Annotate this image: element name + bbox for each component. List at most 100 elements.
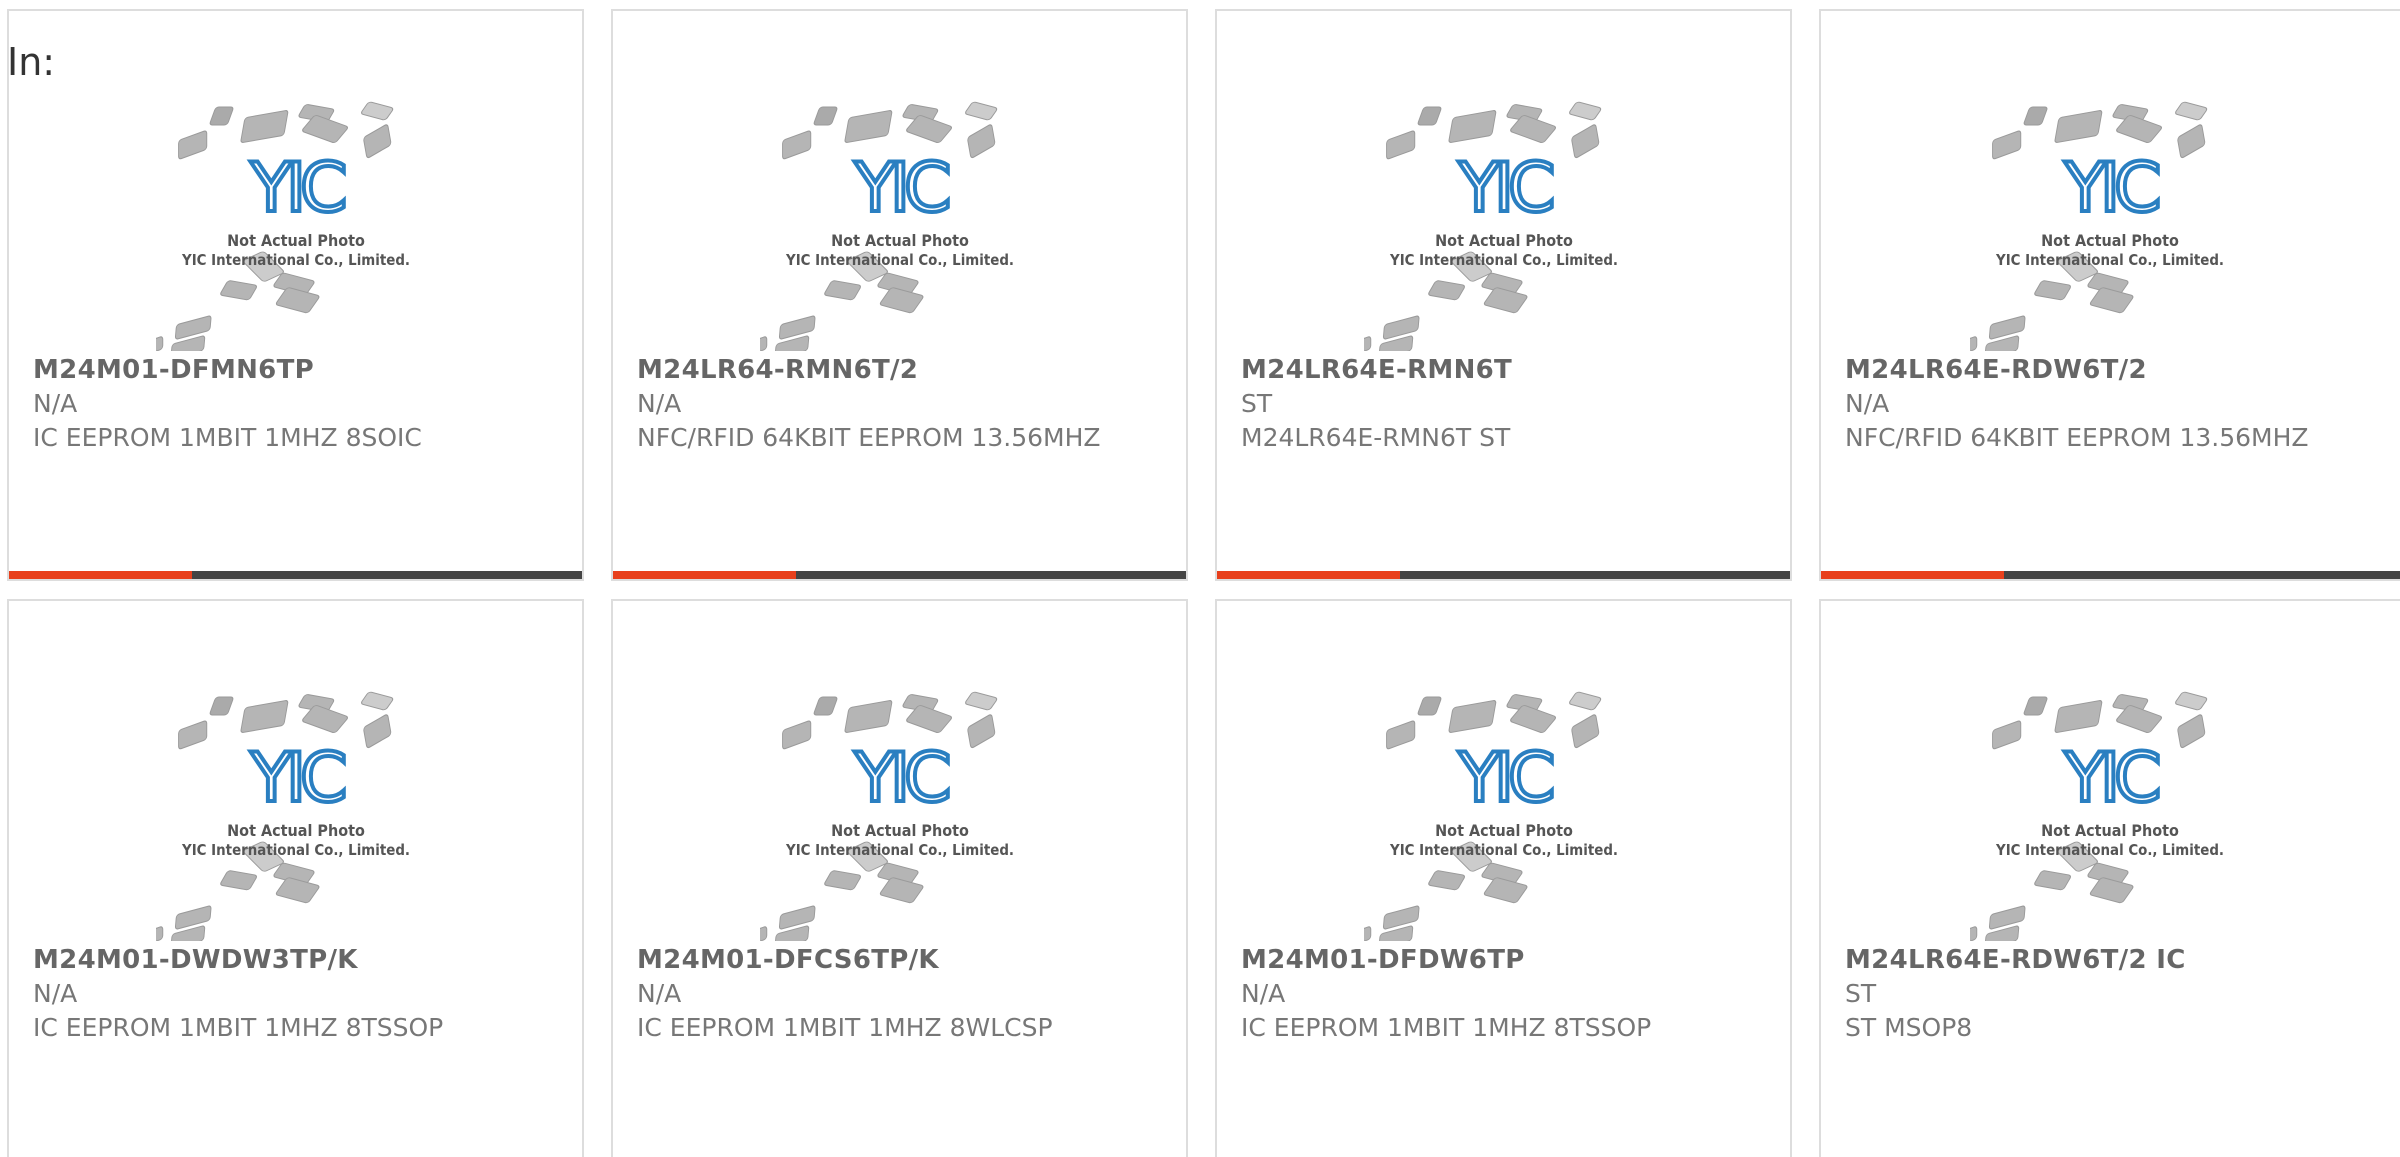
product-card[interactable]: YIC Not Actual Photo YIC International Co.…	[611, 9, 1188, 581]
chip-icon	[844, 700, 892, 733]
chip-icon	[1448, 700, 1496, 733]
part-number[interactable]: M24LR64E-RDW6T/2 IC	[1845, 943, 2380, 977]
chip-icon	[275, 877, 319, 904]
chip-icon	[966, 714, 995, 749]
placeholder-photo: YIC Not Actual PhotoYIC International Co.…	[155, 691, 410, 941]
chip-icon	[1570, 714, 1599, 749]
in-prefix-label: In:	[7, 40, 56, 84]
chip-icon	[1988, 905, 2025, 930]
chip-icon	[2023, 696, 2047, 716]
chip-icon	[778, 315, 815, 340]
product-card[interactable]: YIC Not Actual Photo YIC International Co.…	[7, 599, 584, 1157]
product-card[interactable]: YIC Not Actual Photo YIC International Co.…	[611, 599, 1188, 1157]
chip-icon	[155, 926, 163, 941]
card-bottom-bar	[613, 571, 1186, 579]
chip-icon	[1991, 130, 2021, 160]
chip-icon	[781, 720, 811, 750]
product-image: YIC Not Actual Photo YIC International Co.…	[1217, 101, 1790, 351]
yic-logo-icon: YIC	[249, 149, 344, 228]
product-image: YIC Not Actual Photo YIC International Co.…	[1821, 691, 2398, 941]
part-number[interactable]: M24M01-DWDW3TP/K	[33, 943, 562, 977]
description: IC EEPROM 1MBIT 1MHZ 8TSSOP	[33, 1013, 444, 1042]
yic-logo-icon: YIC	[1457, 739, 1552, 818]
product-card[interactable]: YIC Not Actual Photo YIC International Co.…	[7, 9, 584, 581]
manufacturer: ST	[1241, 389, 1273, 418]
part-number[interactable]: M24M01-DFDW6TP	[1241, 943, 1770, 977]
chip-icon	[209, 106, 233, 126]
product-image: YIC Not Actual Photo YIC International Co.…	[9, 101, 582, 351]
chip-icon	[1568, 101, 1601, 121]
description: NFC/RFID 64KBIT EEPROM 13.56MHZ	[1845, 423, 2309, 452]
chip-icon	[1448, 110, 1496, 143]
part-number[interactable]: M24LR64-RMN6T/2	[637, 353, 1166, 387]
photo-caption-line1: Not Actual Photo	[1435, 231, 1573, 250]
chip-icon	[1483, 877, 1527, 904]
product-image: YIC Not Actual Photo YIC International Co.…	[1217, 691, 1790, 941]
chip-icon	[275, 287, 319, 314]
chip-icon	[1385, 130, 1415, 160]
product-info: M24LR64E-RMN6T ST M24LR64E-RMN6T ST	[1241, 353, 1770, 455]
chip-icon	[2176, 714, 2205, 749]
yic-logo-icon: YIC	[853, 149, 948, 228]
photo-caption-line1: Not Actual Photo	[831, 231, 969, 250]
product-card[interactable]: YIC Not Actual Photo YIC International Co.…	[1819, 9, 2400, 581]
chip-icon	[966, 124, 995, 159]
chip-icon	[813, 696, 837, 716]
photo-caption-line1: Not Actual Photo	[227, 821, 365, 840]
chip-icon	[879, 877, 923, 904]
chip-icon	[2033, 280, 2071, 301]
manufacturer: N/A	[33, 979, 78, 1008]
chip-icon	[1427, 280, 1465, 301]
chip-icon	[177, 130, 207, 160]
chip-icon	[1483, 287, 1527, 314]
chip-icon	[879, 287, 923, 314]
photo-caption-line2: YIC International Co., Limited.	[1995, 251, 2224, 269]
chip-icon	[1988, 315, 2025, 340]
product-card[interactable]: YIC Not Actual Photo YIC International Co.…	[1819, 599, 2400, 1157]
chip-icon	[2033, 870, 2071, 891]
part-number[interactable]: M24LR64E-RMN6T	[1241, 353, 1770, 387]
chip-icon	[2174, 691, 2207, 711]
photo-caption-line1: Not Actual Photo	[1435, 821, 1573, 840]
part-number[interactable]: M24LR64E-RDW6T/2	[1845, 353, 2380, 387]
photo-caption-line2: YIC International Co., Limited.	[1389, 841, 1618, 859]
placeholder-photo: YIC Not Actual PhotoYIC International Co.…	[1969, 691, 2224, 941]
product-info: M24LR64E-RDW6T/2 IC ST ST MSOP8	[1845, 943, 2380, 1045]
product-card[interactable]: YIC Not Actual Photo YIC International Co.…	[1215, 9, 1792, 581]
chip-icon	[174, 315, 211, 340]
yic-logo-icon: YIC	[853, 739, 948, 818]
photo-caption-line2: YIC International Co., Limited.	[785, 841, 1014, 859]
manufacturer: N/A	[1241, 979, 1286, 1008]
product-info: M24LR64-RMN6T/2 N/A NFC/RFID 64KBIT EEPR…	[637, 353, 1166, 455]
chip-icon	[964, 101, 997, 121]
placeholder-photo: YIC Not Actual PhotoYIC International Co.…	[1363, 101, 1618, 351]
product-card[interactable]: YIC Not Actual Photo YIC International Co.…	[1215, 599, 1792, 1157]
part-number[interactable]: M24M01-DFMN6TP	[33, 353, 562, 387]
card-bottom-bar	[9, 571, 582, 579]
chip-icon	[1427, 870, 1465, 891]
chip-icon	[2054, 700, 2102, 733]
description: IC EEPROM 1MBIT 1MHZ 8SOIC	[33, 423, 422, 452]
chip-icon	[1969, 336, 1977, 351]
chip-icon	[2174, 101, 2207, 121]
manufacturer: N/A	[1845, 389, 1890, 418]
manufacturer: N/A	[637, 389, 682, 418]
card-bottom-bar	[1821, 571, 2400, 579]
chip-icon	[362, 124, 391, 159]
yic-logo-icon: YIC	[1457, 149, 1552, 228]
photo-caption-line2: YIC International Co., Limited.	[1995, 841, 2224, 859]
manufacturer: ST	[1845, 979, 1877, 1008]
part-number[interactable]: M24M01-DFCS6TP/K	[637, 943, 1166, 977]
chip-icon	[781, 130, 811, 160]
chip-icon	[1568, 691, 1601, 711]
placeholder-photo: YIC Not Actual PhotoYIC International Co.…	[155, 101, 410, 351]
card-bar-accent	[1217, 571, 1400, 579]
chip-icon	[2089, 877, 2133, 904]
product-image: YIC Not Actual Photo YIC International Co.…	[613, 691, 1186, 941]
chip-icon	[2054, 110, 2102, 143]
description: NFC/RFID 64KBIT EEPROM 13.56MHZ	[637, 423, 1101, 452]
chip-icon	[219, 870, 257, 891]
chip-icon	[759, 926, 767, 941]
product-info: M24M01-DWDW3TP/K N/A IC EEPROM 1MBIT 1MH…	[33, 943, 562, 1045]
chip-icon	[844, 110, 892, 143]
